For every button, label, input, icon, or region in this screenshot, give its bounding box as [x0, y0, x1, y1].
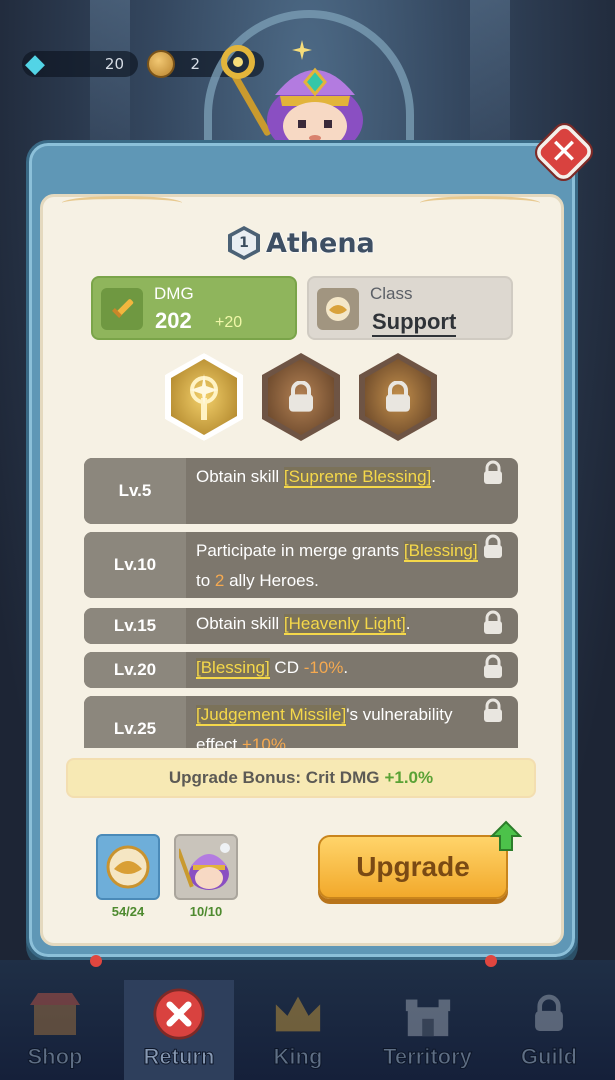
- return-x-icon: [153, 988, 205, 1040]
- nav-return[interactable]: Return: [124, 980, 234, 1080]
- level-label: Lv.5: [84, 458, 186, 524]
- shop-icon: [29, 988, 81, 1040]
- upgrade-available-arrow-icon: [490, 820, 522, 851]
- panel-ornament: [420, 196, 540, 210]
- level-label: Lv.20: [84, 652, 186, 688]
- dmg-value: 202: [155, 308, 192, 333]
- level-row: Lv.25 [Judgement Missile]'s vulnerabilit…: [84, 696, 518, 748]
- notification-dot: [90, 955, 102, 967]
- dmg-label: DMG: [154, 284, 194, 303]
- coin-icon: [144, 47, 178, 81]
- hero-portrait: [221, 40, 363, 155]
- nav-label: Return: [143, 1044, 215, 1070]
- gem-counter: ◆ 20: [22, 49, 138, 79]
- upgrade-button[interactable]: Upgrade: [318, 835, 508, 899]
- class-label: Class: [370, 284, 413, 303]
- material-slot-hero-shard[interactable]: [174, 834, 238, 900]
- sword-icon: [101, 288, 143, 330]
- rank-number: 1: [232, 230, 256, 256]
- class-stat-card[interactable]: Class Support: [307, 276, 513, 340]
- level-row: Lv.15 Obtain skill [Heavenly Light].: [84, 608, 518, 644]
- dmg-bonus: +20: [215, 314, 243, 331]
- nav-label: Shop: [27, 1044, 83, 1070]
- support-emblem-icon: [106, 845, 150, 889]
- level-description: [Blessing] CD -10%.: [196, 658, 349, 679]
- level-description: Obtain skill [Heavenly Light].: [196, 614, 411, 635]
- nav-label: Territory: [383, 1044, 473, 1070]
- upgrade-bonus-value: +1.0%: [384, 768, 434, 787]
- class-value-link[interactable]: Support: [372, 309, 457, 337]
- level-row: Lv.5 Obtain skill [Supreme Blessing].: [84, 458, 518, 524]
- lock-icon: [289, 381, 313, 412]
- hero-shard-icon: [179, 843, 230, 890]
- nav-label: King: [273, 1044, 323, 1070]
- level-row: Lv.10 Participate in merge grants [Bless…: [84, 532, 518, 598]
- nav-shop[interactable]: Shop: [0, 980, 110, 1080]
- background-pillar: [470, 0, 510, 140]
- hero-name-row: 1 Athena: [228, 225, 375, 261]
- lock-icon: [484, 698, 502, 722]
- support-class-icon: [317, 288, 359, 330]
- gem-icon: ◆: [25, 49, 45, 79]
- material-count: 54/24: [111, 904, 145, 919]
- material-slot-emblem[interactable]: [96, 834, 160, 900]
- dmg-stat-card: DMG 202 +20: [91, 276, 297, 340]
- upgrade-bonus-label: Upgrade Bonus: Crit DMG: [168, 768, 380, 787]
- hero-name: Athena: [266, 227, 376, 259]
- level-label: Lv.15: [84, 608, 186, 644]
- level-description: [Judgement Missile]'s vulnerability effe…: [196, 705, 453, 748]
- lock-icon: [484, 460, 502, 484]
- castle-icon: [402, 988, 454, 1040]
- nav-king[interactable]: King: [243, 980, 353, 1080]
- upgrade-bonus-bar: Upgrade Bonus: Crit DMG +1.0%: [66, 758, 536, 798]
- level-description: Obtain skill [Supreme Blessing].: [196, 467, 437, 488]
- level-label: Lv.10: [84, 532, 186, 598]
- lock-icon: [484, 610, 502, 634]
- level-description: Participate in merge grants [Blessing] t…: [196, 541, 478, 590]
- nav-label: Guild: [520, 1044, 578, 1070]
- lock-icon: [386, 381, 410, 412]
- staff-skill-icon: [190, 374, 218, 420]
- coin-count: 2: [190, 55, 200, 73]
- level-label: Lv.25: [84, 696, 186, 748]
- gem-count: 20: [104, 55, 124, 73]
- level-row: Lv.20 [Blessing] CD -10%.: [84, 652, 518, 688]
- material-count: 10/10: [189, 904, 223, 919]
- nav-territory[interactable]: Territory: [370, 980, 485, 1080]
- notification-dot: [485, 955, 497, 967]
- crown-icon: [272, 988, 324, 1040]
- lock-icon: [523, 988, 575, 1040]
- level-unlock-list[interactable]: Lv.5 Obtain skill [Supreme Blessing]. Lv…: [84, 456, 518, 748]
- lock-icon: [484, 654, 502, 678]
- close-icon[interactable]: ✕: [534, 121, 594, 183]
- rank-badge: 1: [228, 226, 260, 260]
- nav-guild[interactable]: Guild: [494, 980, 604, 1080]
- panel-ornament: [62, 196, 182, 210]
- lock-icon: [484, 534, 502, 558]
